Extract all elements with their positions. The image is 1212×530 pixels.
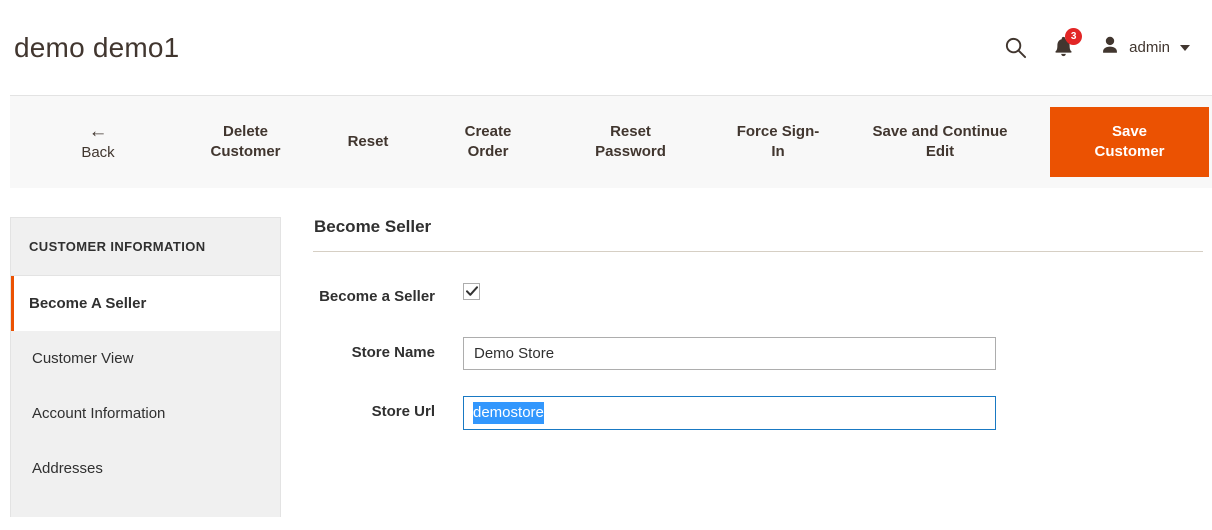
sidebar-item-addresses[interactable]: Addresses [11,441,280,496]
save-and-continue-label-line2: Edit [925,143,955,160]
become-a-seller-control [463,282,1203,301]
sidebar-title: CUSTOMER INFORMATION [11,218,280,276]
field-store-name: Store Name [313,337,1203,370]
sidebar-item-label: Customer View [32,350,134,367]
become-seller-section: Become Seller Become a Seller Store Name… [281,217,1212,456]
page-main: CUSTOMER INFORMATION Become A Seller Cus… [0,189,1212,517]
user-menu[interactable]: admin [1100,35,1190,61]
save-customer-label-line1: Save [1111,122,1148,140]
force-sign-in-label-line1: Force Sign- [736,123,820,141]
reset-button[interactable]: Reset [313,96,423,188]
page-actions-toolbar: ← Back Delete Customer Reset Create Orde… [10,95,1212,189]
user-avatar-icon [1100,35,1120,61]
reset-password-label-line1: Reset [610,123,651,141]
bell-icon: 3 [1053,27,1083,61]
field-become-a-seller: Become a Seller [313,282,1203,305]
create-order-label-line2: Order [467,143,509,160]
delete-customer-label-line2: Customer [210,143,281,160]
store-url-control: demostore [463,396,1203,430]
reset-button-label: Reset [347,133,389,151]
sidebar-item-account-information[interactable]: Account Information [11,386,280,441]
user-menu-label: admin [1129,39,1170,56]
search-icon[interactable] [1004,36,1027,59]
back-button-label: Back [81,143,115,161]
force-sign-in-label-line2: In [771,143,785,160]
sidebar-item-customer-view[interactable]: Customer View [11,331,280,386]
store-url-input[interactable]: demostore [463,396,996,430]
create-order-button[interactable]: Create Order [423,96,553,188]
notification-count-badge: 3 [1065,27,1083,45]
become-a-seller-label: Become a Seller [319,288,435,305]
create-order-label-line1: Create [464,123,512,141]
customer-information-sidebar: CUSTOMER INFORMATION Become A Seller Cus… [10,217,281,517]
store-url-label: Store Url [371,403,435,420]
arrow-left-icon: ← [88,120,108,142]
back-button[interactable]: ← Back [18,96,178,188]
force-sign-in-button[interactable]: Force Sign- In [708,96,848,188]
save-customer-button[interactable]: Save Customer [1050,107,1209,177]
store-name-control [463,337,1203,370]
save-and-continue-edit-button[interactable]: Save and Continue Edit [848,96,1032,188]
store-name-input[interactable] [463,337,996,370]
sidebar-item-label: Become A Seller [29,295,147,312]
reset-password-button[interactable]: Reset Password [553,96,708,188]
delete-customer-button[interactable]: Delete Customer [178,96,313,188]
section-title: Become Seller [314,217,432,236]
delete-customer-label-line1: Delete [222,123,269,141]
page-title: demo demo1 [14,31,180,63]
field-store-url: Store Url demostore [313,396,1203,430]
page-header: demo demo1 3 admin [0,0,1212,95]
store-name-label: Store Name [351,344,435,361]
store-url-selected-text: demostore [473,402,544,424]
sidebar-item-become-a-seller[interactable]: Become A Seller [11,276,280,331]
sidebar-item-label: Addresses [32,460,103,477]
section-divider [313,251,1203,252]
reset-password-label-line2: Password [595,143,666,160]
save-and-continue-label-line1: Save and Continue [872,123,1008,141]
notifications-button[interactable]: 3 [1053,27,1083,61]
save-customer-label-line2: Customer [1094,143,1165,160]
header-tools: 3 admin [1004,27,1200,61]
become-a-seller-checkbox[interactable] [463,283,480,300]
chevron-down-icon [1180,44,1190,51]
sidebar-item-label: Account Information [32,405,166,422]
